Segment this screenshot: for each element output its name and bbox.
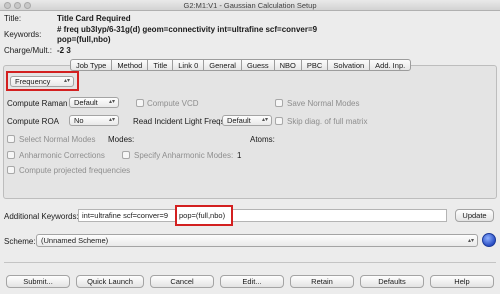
- tab-add-inp[interactable]: Add. Inp.: [369, 59, 412, 71]
- charge-mult-label: Charge/Mult.:: [4, 46, 53, 55]
- keywords-label: Keywords:: [4, 30, 42, 39]
- updown-arrow-icon: ▴▾: [261, 117, 268, 123]
- modes-label: Modes:: [108, 135, 135, 144]
- incident-light-select[interactable]: Default ▴▾: [222, 115, 272, 126]
- divider: [4, 262, 496, 263]
- specify-anharmonic-checkbox[interactable]: [122, 151, 130, 159]
- compute-raman-select[interactable]: Default ▴▾: [69, 97, 119, 108]
- compute-roa-value: No: [74, 116, 84, 125]
- projected-freq-checkbox[interactable]: [7, 166, 15, 174]
- title-value[interactable]: Title Card Required: [57, 14, 131, 23]
- compute-roa-select[interactable]: No ▴▾: [69, 115, 119, 126]
- title-bar: G2:M1:V1 - Gaussian Calculation Setup: [0, 0, 500, 11]
- tab-job-type[interactable]: Job Type: [70, 59, 112, 71]
- tab-method[interactable]: Method: [111, 59, 148, 71]
- updown-arrow-icon: ▴▾: [108, 117, 115, 123]
- title-label: Title:: [4, 14, 22, 23]
- additional-keywords-label: Additional Keywords:: [4, 212, 79, 221]
- scheme-select[interactable]: (Unnamed Scheme) ▴▾: [36, 234, 478, 247]
- compute-raman-label: Compute Raman: [7, 99, 68, 108]
- tab-solvation[interactable]: Solvation: [327, 59, 370, 71]
- tab-guess[interactable]: Guess: [240, 59, 274, 71]
- incident-light-label: Read Incident Light Freqs: [133, 117, 225, 126]
- skip-diag-label: Skip diag. of full matrix: [287, 117, 368, 126]
- skip-diag-checkbox[interactable]: [275, 117, 283, 125]
- incident-light-value: Default: [227, 116, 251, 125]
- scheme-label: Scheme:: [4, 237, 36, 246]
- submit-button[interactable]: Submit...: [6, 275, 70, 288]
- additional-keywords-input[interactable]: int=ultrafine scf=conver=9: [78, 209, 447, 222]
- retain-button[interactable]: Retain: [290, 275, 354, 288]
- save-normal-modes-label: Save Normal Modes: [287, 99, 360, 108]
- specify-anharmonic-label: Specify Anharmonic Modes:: [134, 151, 234, 160]
- edit-button[interactable]: Edit...: [220, 275, 284, 288]
- job-type-select-value: Frequency: [15, 77, 51, 86]
- save-normal-modes-checkbox[interactable]: [275, 99, 283, 107]
- quick-launch-button[interactable]: Quick Launch: [76, 275, 144, 288]
- help-button[interactable]: Help: [430, 275, 494, 288]
- defaults-button[interactable]: Defaults: [360, 275, 424, 288]
- tab-link-0[interactable]: Link 0: [172, 59, 204, 71]
- pop-keyword-highlight: pop=(full,nbo): [175, 205, 233, 226]
- tab-bar: Job Type Method Title Link 0 General Gue…: [70, 59, 412, 71]
- scheme-value: (Unnamed Scheme): [41, 236, 109, 245]
- window-title: G2:M1:V1 - Gaussian Calculation Setup: [183, 1, 317, 10]
- charge-mult-value[interactable]: -2 3: [57, 46, 71, 55]
- tab-title[interactable]: Title: [147, 59, 173, 71]
- compute-vcd-label: Compute VCD: [147, 99, 199, 108]
- updown-arrow-icon: ▴▾: [108, 99, 115, 105]
- keywords-line-2[interactable]: pop=(full,nbo): [57, 35, 111, 44]
- compute-roa-label: Compute ROA: [7, 117, 60, 126]
- select-normal-modes-label: Select Normal Modes: [19, 135, 96, 144]
- job-type-select[interactable]: Frequency ▴▾: [10, 76, 74, 87]
- pop-keyword-text: pop=(full,nbo): [179, 211, 226, 220]
- anharmonic-label: Anharmonic Corrections: [19, 151, 105, 160]
- cancel-button[interactable]: Cancel: [150, 275, 214, 288]
- keywords-line-1[interactable]: # freq ub3lyp/6-31g(d) geom=connectivity…: [57, 25, 317, 34]
- updown-arrow-icon: ▴▾: [467, 238, 474, 244]
- tab-general[interactable]: General: [203, 59, 241, 71]
- update-button[interactable]: Update: [455, 209, 494, 222]
- updown-arrow-icon: ▴▾: [63, 78, 70, 84]
- atoms-label: Atoms:: [250, 135, 275, 144]
- select-normal-modes-checkbox[interactable]: [7, 135, 15, 143]
- anharmonic-checkbox[interactable]: [7, 151, 15, 159]
- compute-raman-value: Default: [74, 98, 98, 107]
- scheme-icon[interactable]: [482, 233, 496, 247]
- additional-keywords-text: int=ultrafine scf=conver=9: [82, 211, 169, 220]
- tab-pbc[interactable]: PBC: [300, 59, 328, 71]
- tab-nbo[interactable]: NBO: [273, 59, 301, 71]
- projected-freq-label: Compute projected frequencies: [19, 166, 131, 175]
- specify-anharmonic-value[interactable]: 1: [237, 151, 241, 160]
- compute-vcd-checkbox[interactable]: [136, 99, 144, 107]
